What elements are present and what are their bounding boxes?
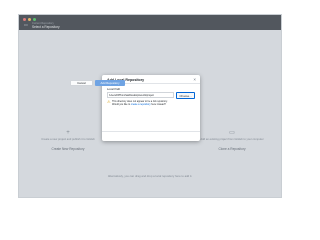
app-window: ▭ Current Repository Select a Repository… (18, 14, 282, 198)
local-path-input[interactable]: /Users/FPPonchak/Desktop/wrenbitproject (107, 92, 174, 98)
warning-icon: ⚠ (107, 100, 111, 104)
add-repository-button[interactable]: Add Repository (95, 80, 125, 86)
close-icon[interactable]: × (193, 77, 196, 82)
warning-message: This directory does not appear to be a G… (112, 100, 196, 106)
create-repository-link[interactable]: create a repository (131, 103, 151, 106)
choose-button[interactable]: Choose... (176, 91, 195, 99)
cancel-button[interactable]: Cancel (70, 80, 93, 86)
local-path-label: Local Path (107, 87, 121, 91)
warning-suffix: here instead? (150, 103, 166, 107)
warning-prefix: Would you like to (112, 103, 131, 107)
dialog-footer (102, 131, 200, 141)
